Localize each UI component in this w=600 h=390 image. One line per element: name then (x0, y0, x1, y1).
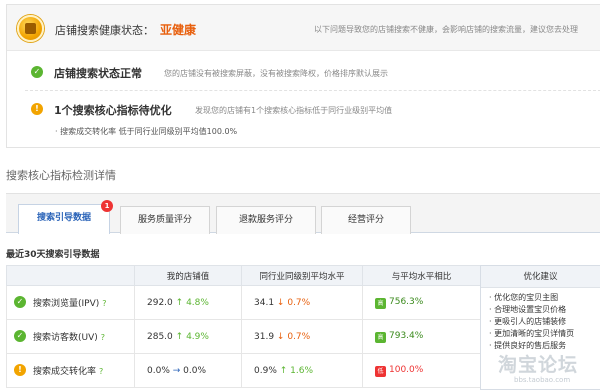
column-header: 我的店铺值 (134, 265, 242, 286)
table-title: 最近30天搜索引导数据 (6, 250, 100, 260)
suggestion-link[interactable]: · 合理地设置宝贝价格 (489, 304, 600, 316)
arrow-right-icon: → (172, 365, 181, 376)
my-value: 292.0 (147, 297, 173, 308)
table-header-row: 我的店铺值 同行业同级别平均水平 与平均水平相比 (6, 265, 481, 286)
detail-text: 低于同行业同级别平均值 (118, 127, 207, 136)
help-icon[interactable]: ? (99, 367, 103, 376)
avg-change: 0.7% (287, 331, 311, 342)
tab-label: 经营评分 (347, 215, 384, 225)
help-icon[interactable]: ? (101, 333, 105, 342)
status-row-title: 店铺搜索状态正常 (54, 67, 142, 80)
compare-value: 756.3% (389, 296, 424, 307)
metric-cell: ! 搜索成交转化率? (6, 353, 135, 388)
section-title: 搜索核心指标检测详情 (6, 169, 116, 182)
arrow-down-icon: ↓ (276, 297, 285, 308)
metric-name: 搜索浏览量(IPV) (33, 299, 100, 309)
metric-name: 搜索访客数(UV) (33, 333, 98, 343)
metric-cell: ✓ 搜索访客数(UV)? (6, 319, 135, 354)
metric-cell: ✓ 搜索浏览量(IPV)? (6, 285, 135, 320)
tab-badge: 1 (101, 200, 113, 212)
suggestions-title: 优化建议 (481, 266, 600, 288)
high-badge-icon: 高 (375, 297, 386, 309)
low-badge-icon: 低 (375, 365, 386, 377)
table-row: ! 搜索成交转化率? 0.0% → 0.0% 0.9% ↑ 1.6% 低 100.… (6, 353, 481, 388)
suggestions-list: · 优化您的宝贝主图 · 合理地设置宝贝价格 · 更吸引人的店铺装修 · 更加清… (481, 288, 600, 352)
avg-value: 34.1 (254, 297, 275, 308)
check-icon: ✓ (14, 330, 26, 342)
arrow-up-icon: ↑ (279, 365, 288, 376)
my-value: 0.0% (147, 365, 170, 376)
warning-icon: ! (31, 103, 43, 115)
compare-cell: 高 756.3% (362, 285, 481, 320)
arrow-up-icon: ↑ (175, 331, 184, 342)
avg-change: 1.6% (290, 365, 314, 376)
status-row-desc: 您的店铺没有被搜索屏蔽，没有被搜索降权，价格排序默认展示 (164, 69, 388, 78)
arrow-up-icon: ↑ (175, 297, 184, 308)
metric-name: 搜索成交转化率 (33, 367, 97, 377)
high-badge-icon: 高 (375, 331, 386, 343)
my-value: 285.0 (147, 331, 173, 342)
table-row: ✓ 搜索浏览量(IPV)? 292.0 ↑ 4.8% 34.1 ↓ 0.7% 高… (6, 285, 481, 320)
avg-value: 0.9% (254, 365, 277, 376)
compare-cell: 高 793.4% (362, 319, 481, 354)
watermark: 淘宝论坛 (498, 354, 579, 376)
warning-detail: · 搜索成交转化率 低于同行业同级别平均值100.0% (55, 126, 237, 137)
column-header: 与平均水平相比 (362, 265, 481, 286)
detail-metric: · 搜索成交转化率 (55, 127, 117, 136)
health-note: 以下问题导致您的店铺搜索不健康，会影响店铺的搜索流量，建议您去处理 (314, 25, 578, 34)
help-icon[interactable]: ? (102, 299, 106, 308)
check-icon: ✓ (31, 66, 43, 78)
compare-cell: 低 100.0% (362, 353, 481, 388)
my-change: 4.8% (186, 297, 209, 308)
status-row-title: 1个搜索核心指标待优化 (54, 104, 172, 117)
compare-value: 793.4% (389, 330, 424, 341)
tab-search-guide[interactable]: 搜索引导数据 (18, 204, 110, 234)
divider (25, 90, 600, 91)
my-value-cell: 292.0 ↑ 4.8% (134, 285, 242, 320)
avg-value: 31.9 (254, 331, 275, 342)
my-change: 4.9% (186, 331, 209, 342)
check-icon: ✓ (14, 296, 26, 308)
arrow-down-icon: ↓ (276, 331, 285, 342)
medal-icon (17, 15, 44, 42)
my-value-cell: 285.0 ↑ 4.9% (134, 319, 242, 354)
health-value: 亚健康 (160, 23, 197, 37)
tab-business-score[interactable]: 经营评分 (321, 206, 411, 234)
tab-label: 搜索引导数据 (36, 213, 91, 223)
suggestion-link[interactable]: · 更吸引人的店铺装修 (489, 316, 600, 328)
metrics-table: 我的店铺值 同行业同级别平均水平 与平均水平相比 ✓ 搜索浏览量(IPV)? 2… (6, 265, 481, 388)
tab-label: 服务质量评分 (137, 215, 192, 225)
column-header: 同行业同级别平均水平 (241, 265, 363, 286)
tab-label: 退款服务评分 (238, 215, 293, 225)
tab-refund-service[interactable]: 退款服务评分 (216, 206, 316, 234)
health-label: 店铺搜索健康状态： (55, 24, 154, 37)
my-value-cell: 0.0% → 0.0% (134, 353, 242, 388)
status-row-desc: 发现您的店铺有1个搜索核心指标低于同行业级别平均值 (195, 106, 393, 115)
column-header (6, 265, 135, 286)
avg-value-cell: 0.9% ↑ 1.6% (241, 353, 363, 388)
watermark-url: bbs.taobao.com (514, 376, 571, 384)
detail-value: 100.0% (206, 127, 238, 136)
warning-icon: ! (14, 364, 26, 376)
tab-bar: 搜索引导数据 1 服务质量评分 退款服务评分 经营评分 (6, 193, 600, 234)
avg-value-cell: 34.1 ↓ 0.7% (241, 285, 363, 320)
avg-change: 0.7% (287, 297, 311, 308)
suggestion-link[interactable]: · 更加清晰的宝贝详情页 (489, 328, 600, 340)
table-row: ✓ 搜索访客数(UV)? 285.0 ↑ 4.9% 31.9 ↓ 0.7% 高7… (6, 319, 481, 354)
suggestion-link[interactable]: · 优化您的宝贝主图 (489, 292, 600, 304)
health-header: 店铺搜索健康状态： 亚健康 以下问题导致您的店铺搜索不健康，会影响店铺的搜索流量… (7, 5, 600, 51)
tab-service-quality[interactable]: 服务质量评分 (120, 206, 210, 234)
my-change: 0.0% (183, 365, 207, 376)
compare-value: 100.0% (389, 364, 424, 375)
avg-value-cell: 31.9 ↓ 0.7% (241, 319, 363, 354)
